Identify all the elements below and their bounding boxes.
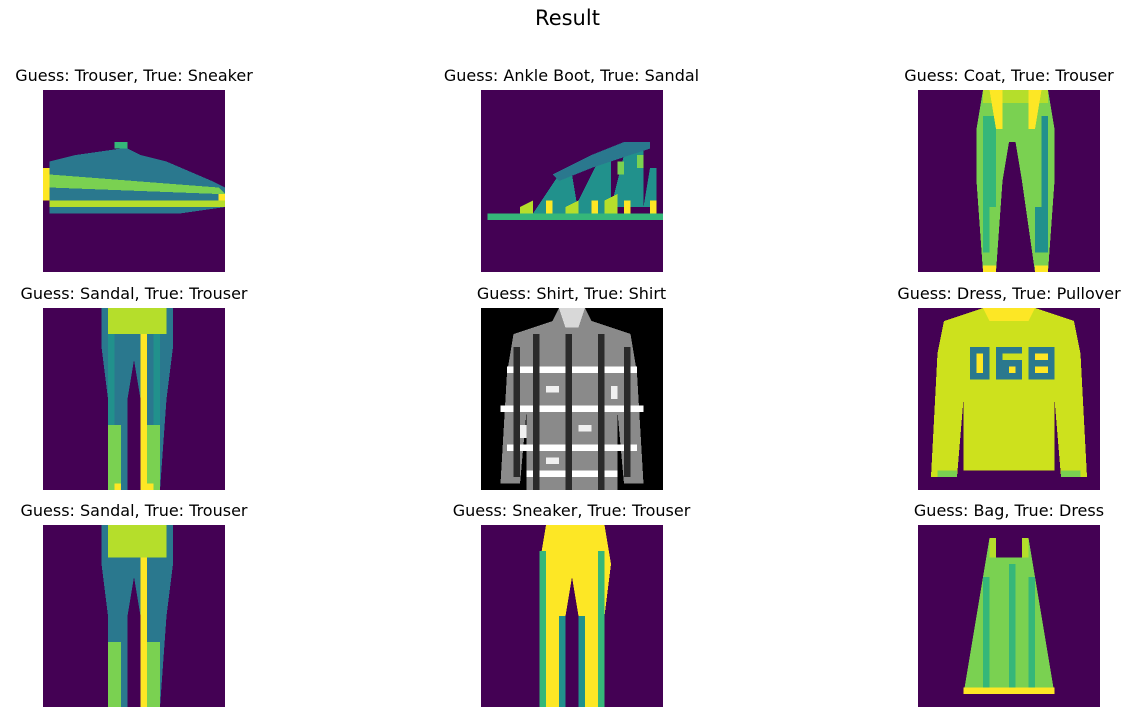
panel-dress: Guess: Bag, True: Dress <box>878 501 1135 707</box>
panel-image <box>481 525 663 707</box>
panel-trouser: Guess: Coat, True: Trouser <box>888 66 1130 272</box>
panel-image <box>481 90 663 272</box>
panel-image <box>481 308 663 490</box>
panel-image <box>918 525 1100 707</box>
panel-title: Guess: Bag, True: Dress <box>913 501 1105 520</box>
panel-title: Guess: Coat, True: Trouser <box>904 66 1114 85</box>
figure-title: Result <box>535 6 600 30</box>
panel-sandal: Guess: Ankle Boot, True: Sandal <box>434 66 709 272</box>
panel-trouser: Guess: Sandal, True: Trouser <box>3 284 265 490</box>
panel-title: Guess: Sneaker, True: Trouser <box>452 501 691 520</box>
panel-image <box>918 90 1100 272</box>
panel-image <box>43 525 225 707</box>
panel-title: Guess: Shirt, True: Shirt <box>476 284 667 303</box>
panel-image <box>43 90 225 272</box>
panel-image <box>43 308 225 490</box>
panel-title: Guess: Trouser, True: Sneaker <box>15 66 253 85</box>
panel-pullover: Guess: Dress, True: Pullover <box>878 284 1135 490</box>
panel-sneaker: Guess: Trouser, True: Sneaker <box>3 66 265 272</box>
panel-title: Guess: Sandal, True: Trouser <box>20 501 248 520</box>
panel-trouser: Guess: Sneaker, True: Trouser <box>434 501 709 707</box>
panel-title: Guess: Ankle Boot, True: Sandal <box>443 66 700 85</box>
panel-image <box>918 308 1100 490</box>
panel-trouser: Guess: Sandal, True: Trouser <box>3 501 265 707</box>
panel-shirt: Guess: Shirt, True: Shirt <box>434 284 709 490</box>
panel-title: Guess: Dress, True: Pullover <box>897 284 1121 303</box>
panel-title: Guess: Sandal, True: Trouser <box>20 284 248 303</box>
